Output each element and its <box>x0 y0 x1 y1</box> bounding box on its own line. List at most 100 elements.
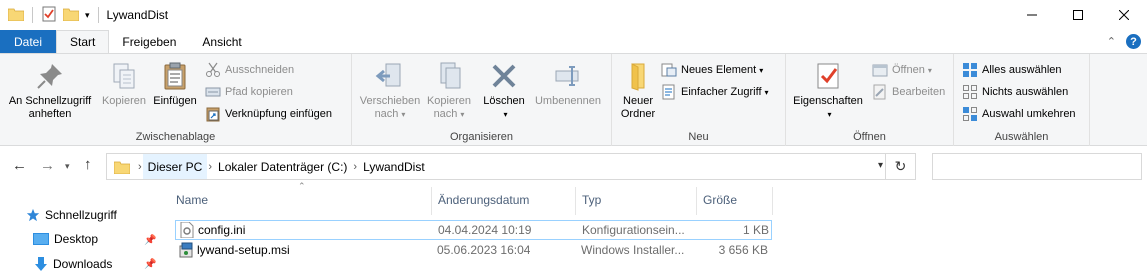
column-divider[interactable] <box>431 187 432 215</box>
new-group-label: Neu <box>688 131 709 143</box>
column-divider[interactable] <box>575 187 576 215</box>
nav-item-label: Downloads <box>53 257 113 271</box>
navigation-pane: Schnellzugriff Desktop 📌 Downloads 📌 <box>0 185 170 278</box>
toolbar-separator <box>97 7 99 23</box>
help-icon[interactable]: ? <box>1126 34 1141 49</box>
new-item-button[interactable]: Neues Element ▾ <box>661 60 763 80</box>
copy-button[interactable]: Kopieren <box>98 60 150 108</box>
column-divider[interactable] <box>696 187 697 215</box>
paste-button[interactable]: Einfügen <box>150 60 200 108</box>
tab-home[interactable]: Start <box>56 30 110 53</box>
table-row[interactable]: lywand-setup.msi 05.06.2023 16:04 Window… <box>175 241 772 261</box>
file-name: config.ini <box>198 223 246 237</box>
select-all-button[interactable]: Alles auswählen <box>962 60 1062 80</box>
dropdown-arrow-icon: ▾ <box>764 87 769 97</box>
copy-path-button[interactable]: Pfad kopieren <box>205 82 293 102</box>
invert-selection-label: Auswahl umkehren <box>982 108 1076 120</box>
maximize-button[interactable] <box>1055 0 1101 30</box>
organize-group: Verschieben nach ▾ Kopieren nach ▾ Löschen… <box>352 54 612 146</box>
new-folder-label-1: Neuer <box>623 95 653 107</box>
window-title: LywandDist <box>106 8 169 22</box>
breadcrumb-lywanddist[interactable]: LywandDist <box>358 154 430 179</box>
column-header-size[interactable]: Größe <box>703 193 737 207</box>
tab-file[interactable]: Datei <box>0 30 57 53</box>
new-folder-label-2: Ordner <box>620 108 656 120</box>
dropdown-arrow-icon: ▾ <box>827 110 832 119</box>
clipboard-group-label: Zwischenablage <box>135 131 216 143</box>
search-input[interactable] <box>932 153 1142 180</box>
forward-arrow-icon[interactable]: → <box>40 157 55 174</box>
pinned-icon: 📌 <box>144 235 157 246</box>
pinned-icon: 📌 <box>144 259 157 270</box>
table-row[interactable]: config.ini 04.04.2024 10:19 Konfiguratio… <box>175 220 772 240</box>
file-list: ⌃ Name Änderungsdatum Typ Größe config.i… <box>170 181 1147 278</box>
cut-button[interactable]: Ausschneiden <box>205 60 294 80</box>
file-size: 3 656 KB <box>718 243 768 257</box>
move-to-icon <box>375 63 401 87</box>
nav-item-label: Schnellzugriff <box>45 208 117 222</box>
copy-to-button[interactable]: Kopieren nach ▾ <box>423 60 475 121</box>
column-header-type[interactable]: Typ <box>582 193 601 207</box>
file-size: 1 KB <box>742 223 769 237</box>
msi-installer-icon <box>179 242 195 261</box>
tab-view[interactable]: Ansicht <box>189 30 254 53</box>
close-button[interactable] <box>1101 0 1147 30</box>
collapse-ribbon-icon[interactable]: ⌃ <box>1107 35 1116 48</box>
paste-icon <box>164 62 186 90</box>
title-bar: ▾ LywandDist <box>0 0 1147 30</box>
address-history-dropdown-icon[interactable]: ▾ <box>878 160 883 171</box>
delete-button[interactable]: Löschen ▾ <box>480 60 528 121</box>
column-header-date[interactable]: Änderungsdatum <box>438 193 529 207</box>
new-folder-qat-button[interactable] <box>62 7 80 24</box>
file-date: 05.06.2023 16:04 <box>437 243 531 257</box>
copy-to-icon <box>440 62 461 89</box>
file-type: Windows Installer... <box>581 243 685 257</box>
nav-item-downloads[interactable]: Downloads <box>33 256 112 272</box>
breadcrumb-local-disk[interactable]: Lokaler Datenträger (C:) <box>213 154 352 179</box>
minimize-button[interactable] <box>1009 0 1055 30</box>
copy-path-icon <box>205 87 221 97</box>
clipboard-group: An Schnellzugriff anheften Kopieren Einf… <box>0 54 352 146</box>
open-label: Öffnen <box>892 64 925 76</box>
properties-button[interactable]: Eigenschaften ▾ <box>788 60 868 121</box>
breadcrumb-this-pc[interactable]: Dieser PC <box>142 154 208 179</box>
new-folder-button[interactable]: Neuer Ordner <box>616 60 660 121</box>
refresh-button[interactable]: ↻ <box>885 154 915 179</box>
sort-ascending-icon: ⌃ <box>298 181 306 191</box>
folder-icon <box>7 7 25 24</box>
nav-item-desktop[interactable]: Desktop <box>33 232 98 246</box>
delete-x-icon <box>492 64 516 88</box>
new-item-icon <box>661 63 677 77</box>
copy-label: Kopieren <box>101 95 147 107</box>
delete-label-text: Löschen <box>483 95 525 107</box>
cut-label: Ausschneiden <box>225 64 295 76</box>
column-header-name[interactable]: Name <box>176 193 208 207</box>
pin-to-quick-access-button[interactable]: An Schnellzugriff anheften <box>4 60 96 121</box>
dropdown-arrow-icon: ▾ <box>927 65 932 75</box>
new-group: Neuer Ordner Neues Element ▾ Einfacher Z… <box>612 54 786 146</box>
back-arrow-icon[interactable]: ← <box>12 157 27 174</box>
edit-button[interactable]: Bearbeiten <box>872 82 945 102</box>
easy-access-label: Einfacher Zugriff <box>681 86 762 98</box>
download-icon <box>35 257 47 271</box>
select-none-icon <box>963 85 977 99</box>
customize-qat-dropdown-icon[interactable]: ▾ <box>85 10 90 21</box>
easy-access-button[interactable]: Einfacher Zugriff ▾ <box>661 82 769 102</box>
nav-item-quick-access[interactable]: Schnellzugriff <box>26 208 117 222</box>
move-to-label-1: Verschieben <box>359 95 421 107</box>
dropdown-arrow-icon: ▾ <box>503 110 508 119</box>
address-bar[interactable]: › Dieser PC › Lokaler Datenträger (C:) ›… <box>106 153 916 180</box>
paste-shortcut-button[interactable]: Verknüpfung einfügen <box>205 104 332 124</box>
rename-button[interactable]: Umbenennen <box>530 60 606 108</box>
open-button[interactable]: Öffnen ▾ <box>872 60 932 80</box>
column-divider[interactable] <box>772 187 773 215</box>
recent-locations-chevron-icon[interactable]: ▾ <box>65 161 70 172</box>
select-none-button[interactable]: Nichts auswählen <box>962 82 1068 102</box>
properties-qat-button[interactable] <box>41 6 57 25</box>
star-icon <box>26 208 40 222</box>
tab-share[interactable]: Freigeben <box>109 30 189 53</box>
up-arrow-icon[interactable]: ↑ <box>84 156 92 173</box>
move-to-button[interactable]: Verschieben nach ▾ <box>357 60 423 121</box>
toolbar-separator <box>32 7 33 23</box>
invert-selection-button[interactable]: Auswahl umkehren <box>962 104 1076 124</box>
